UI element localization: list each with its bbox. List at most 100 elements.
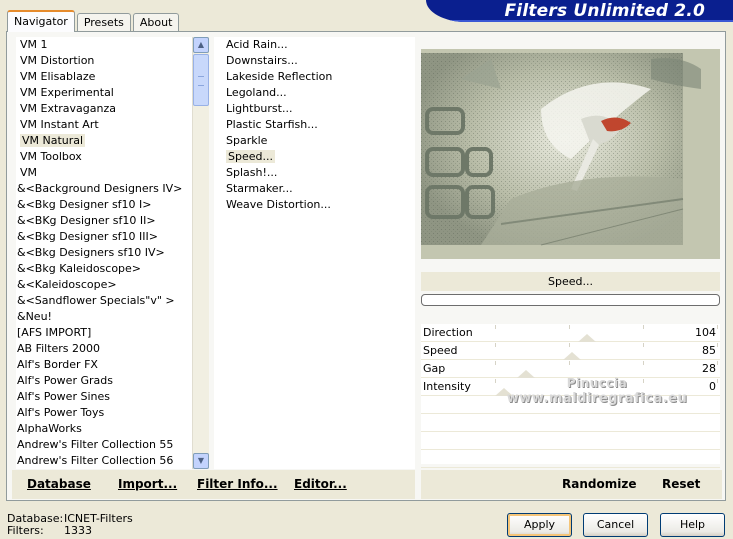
category-item-label: &<Bkg Kaleidoscope> — [17, 262, 142, 275]
database-button[interactable]: Database — [27, 477, 91, 491]
parameter-slider[interactable] — [495, 360, 718, 378]
category-item[interactable]: AB Filters 2000 — [16, 341, 208, 357]
parameter-row — [421, 450, 720, 468]
category-item-label: VM Toolbox — [20, 150, 82, 163]
category-item[interactable]: &<BKg Designer sf10 II> — [16, 213, 208, 229]
filter-item-label: Plastic Starfish... — [226, 118, 318, 131]
category-scrollbar[interactable]: ▲ ▼ — [192, 37, 209, 469]
category-item[interactable]: Alf's Power Toys — [16, 405, 208, 421]
database-label: Database — [27, 477, 91, 491]
parameter-slider[interactable] — [495, 342, 718, 360]
list-button-bar: Database Import... Filter Info... Editor… — [12, 470, 415, 499]
preset-button-bar: Randomize Reset — [421, 470, 722, 499]
selected-filter-name: Speed... — [421, 272, 720, 291]
category-item[interactable]: AlphaWorks — [16, 421, 208, 437]
category-item[interactable]: &<Bkg Designer sf10 I> — [16, 197, 208, 213]
parameter-row[interactable]: Speed 85 — [421, 342, 720, 360]
category-item[interactable]: VM Instant Art — [16, 117, 208, 133]
filter-item[interactable]: Starmaker... — [214, 181, 415, 197]
category-item-label: AB Filters 2000 — [17, 342, 101, 355]
tab-about[interactable]: About — [132, 13, 180, 31]
category-item[interactable]: &<Bkg Designers sf10 IV> — [16, 245, 208, 261]
filter-item-label: Lightburst... — [226, 102, 293, 115]
slider-knob[interactable] — [563, 352, 581, 360]
category-item-label: Andrew's Filter Collection 55 — [17, 438, 174, 451]
filter-item-label: Downstairs... — [226, 54, 298, 67]
filter-list[interactable]: Acid Rain... Downstairs... Lakeside Reflec… — [214, 37, 415, 469]
category-item[interactable]: &<Background Designers IV> — [16, 181, 208, 197]
category-list[interactable]: VM 1 VM Distortion VM Elisablaze VM Experim… — [16, 37, 208, 469]
tab-navigator[interactable]: Navigator — [7, 10, 75, 32]
category-item-label: Alf's Border FX — [17, 358, 98, 371]
category-item[interactable]: VM 1 — [16, 37, 208, 53]
scroll-down-button[interactable]: ▼ — [193, 453, 209, 469]
tab-bar: Navigator Presets About — [7, 9, 181, 32]
navigator-panel: VM 1 VM Distortion VM Elisablaze VM Experim… — [6, 31, 726, 501]
category-item[interactable]: Alf's Power Sines — [16, 389, 208, 405]
filter-item[interactable]: Sparkle — [214, 133, 415, 149]
parameter-row[interactable]: Direction 104 — [421, 324, 720, 342]
tab-presets[interactable]: Presets — [76, 13, 131, 31]
category-item-label: Alf's Power Toys — [17, 406, 105, 419]
parameter-row[interactable]: Intensity 0 — [421, 378, 720, 396]
parameter-name: Direction — [423, 326, 473, 339]
category-item[interactable]: VM Natural — [16, 133, 208, 149]
scroll-thumb[interactable] — [193, 54, 209, 106]
category-item[interactable]: VM Experimental — [16, 85, 208, 101]
parameter-value: 0 — [709, 380, 716, 393]
category-item[interactable]: VM Extravaganza — [16, 101, 208, 117]
category-item[interactable]: &<Bkg Kaleidoscope> — [16, 261, 208, 277]
reset-button[interactable]: Reset — [662, 477, 700, 491]
preview-artwork — [421, 49, 720, 259]
parameter-name: Gap — [423, 362, 446, 375]
category-item[interactable]: &<Kaleidoscope> — [16, 277, 208, 293]
filter-item[interactable]: Acid Rain... — [214, 37, 415, 53]
parameter-slider[interactable] — [495, 324, 718, 342]
parameter-slider[interactable] — [495, 378, 718, 396]
apply-button[interactable]: Apply — [507, 513, 572, 537]
filter-item-label: Lakeside Reflection — [226, 70, 333, 83]
filter-item[interactable]: Downstairs... — [214, 53, 415, 69]
filter-item[interactable]: Lakeside Reflection — [214, 69, 415, 85]
category-item[interactable]: Alf's Border FX — [16, 357, 208, 373]
filter-info-button[interactable]: Filter Info... — [197, 477, 278, 491]
editor-label: Editor... — [294, 477, 347, 491]
category-item-label: VM Experimental — [20, 86, 114, 99]
filter-item[interactable]: Lightburst... — [214, 101, 415, 117]
category-item[interactable]: Andrew's Filter Collection 56 — [16, 453, 208, 469]
randomize-button[interactable]: Randomize — [562, 477, 636, 491]
category-item[interactable]: Andrew's Filter Collection 55 — [16, 437, 208, 453]
category-item[interactable]: &<Sandflower Specials"v" > — [16, 293, 208, 309]
slider-knob[interactable] — [578, 334, 596, 342]
category-item[interactable]: [AFS IMPORT] — [16, 325, 208, 341]
filter-item[interactable]: Weave Distortion... — [214, 197, 415, 213]
title-banner: Filters Unlimited 2.0 — [426, 0, 733, 22]
category-item[interactable]: VM — [16, 165, 208, 181]
category-item[interactable]: VM Toolbox — [16, 149, 208, 165]
category-item-label: VM 1 — [20, 38, 48, 51]
parameter-value: 28 — [702, 362, 716, 375]
help-button[interactable]: Help — [660, 513, 725, 537]
category-item[interactable]: &Neu! — [16, 309, 208, 325]
filter-item[interactable]: Legoland... — [214, 85, 415, 101]
filter-item[interactable]: Plastic Starfish... — [214, 117, 415, 133]
category-item-label: &Neu! — [17, 310, 52, 323]
filter-item[interactable]: Speed... — [214, 149, 415, 165]
category-item-label: &<Background Designers IV> — [17, 182, 183, 195]
import-button[interactable]: Import... — [118, 477, 177, 491]
slider-knob[interactable] — [517, 370, 535, 378]
category-item[interactable]: &<Bkg Designer sf10 III> — [16, 229, 208, 245]
category-item-label: Alf's Power Grads — [17, 374, 113, 387]
category-item[interactable]: VM Elisablaze — [16, 69, 208, 85]
editor-button[interactable]: Editor... — [294, 477, 347, 491]
parameter-value: 85 — [702, 344, 716, 357]
scroll-up-button[interactable]: ▲ — [193, 37, 209, 53]
parameter-row[interactable]: Gap 28 — [421, 360, 720, 378]
category-item[interactable]: Alf's Power Grads — [16, 373, 208, 389]
filter-item[interactable]: Splash!... — [214, 165, 415, 181]
category-item[interactable]: VM Distortion — [16, 53, 208, 69]
category-item-label: &<Kaleidoscope> — [17, 278, 117, 291]
slider-knob[interactable] — [495, 388, 513, 396]
category-item-label: AlphaWorks — [17, 422, 82, 435]
cancel-button[interactable]: Cancel — [583, 513, 648, 537]
